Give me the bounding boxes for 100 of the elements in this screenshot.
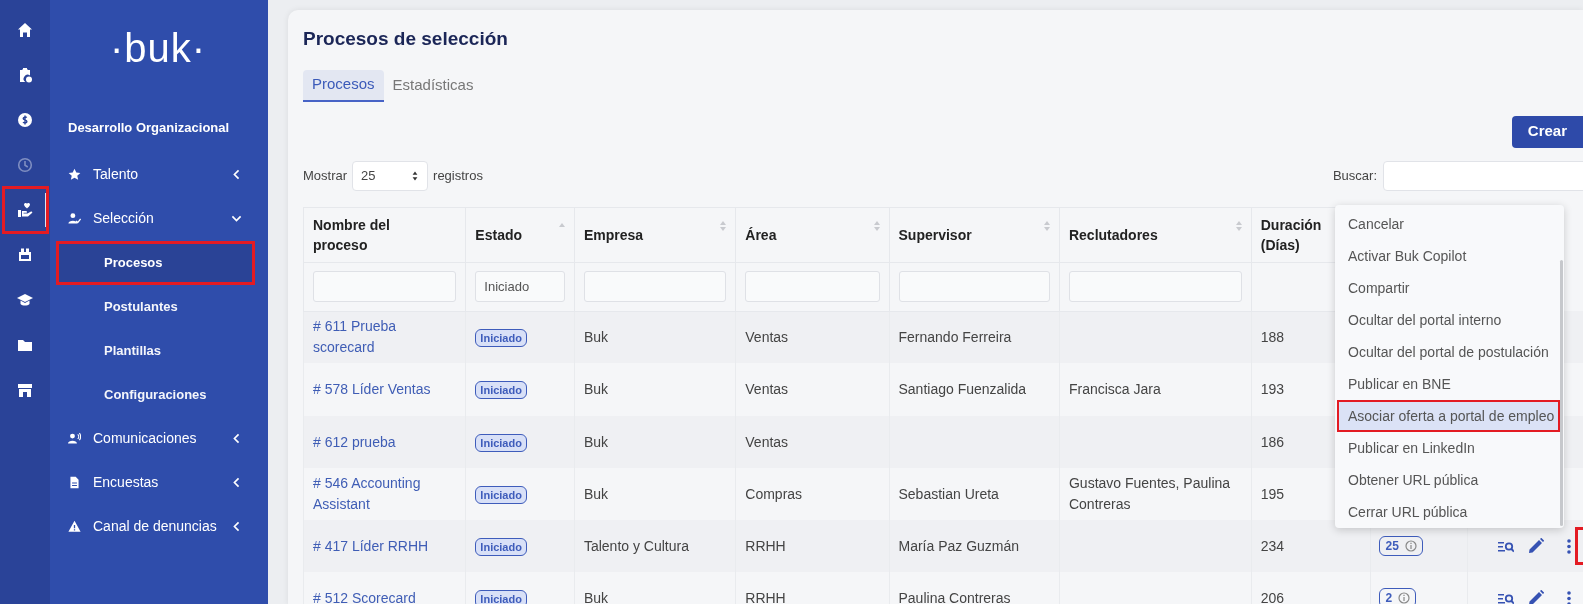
table-cell: Sebastian Ureta xyxy=(898,485,999,502)
table-cell: Buk xyxy=(583,485,609,502)
filter-field[interactable] xyxy=(898,271,1050,302)
nav-item[interactable]: Talento xyxy=(50,152,268,197)
nav-item[interactable]: Canal de denuncias xyxy=(50,504,268,549)
records-label: registros xyxy=(433,166,483,185)
menu-item[interactable]: Compartir xyxy=(1335,272,1558,304)
process-link[interactable]: # 512 Scorecard xyxy=(313,587,457,604)
menu-item[interactable]: Cancelar xyxy=(1335,208,1558,240)
table-cell: Buk xyxy=(583,589,609,604)
process-link[interactable]: # 611 Prueba scorecard xyxy=(313,316,457,359)
page-title: Procesos de selección xyxy=(303,27,509,51)
show-label: Mostrar xyxy=(303,166,348,185)
table-cell: Compras xyxy=(745,485,803,502)
info-icon xyxy=(1404,540,1417,552)
menu-item[interactable]: Cerrar URL pública xyxy=(1335,496,1558,528)
clipboard-clock-icon xyxy=(17,67,33,83)
table-cell: 186 xyxy=(1260,433,1285,450)
view-button[interactable] xyxy=(1497,539,1514,553)
process-link[interactable]: # 546 Accounting Assistant xyxy=(313,473,457,515)
chevron-down-icon xyxy=(231,213,242,224)
table-cell: 188 xyxy=(1260,328,1285,345)
count-badge[interactable]: 25 xyxy=(1379,536,1423,556)
status-badge: Iniciado xyxy=(475,589,527,604)
tab[interactable]: Estadísticas xyxy=(383,69,483,102)
section-title: Desarrollo Organizacional xyxy=(68,119,231,137)
nav-subitem[interactable]: Configuraciones xyxy=(56,372,255,417)
nav-subitem[interactable]: Procesos xyxy=(56,240,255,285)
menu-item[interactable]: Publicar en LinkedIn xyxy=(1335,432,1558,464)
warning-icon xyxy=(68,520,81,533)
page-size-select[interactable]: 25 xyxy=(352,160,429,191)
nav-item[interactable]: Encuestas xyxy=(50,460,268,505)
chevron-left-icon xyxy=(231,433,242,444)
pencil-icon xyxy=(1527,590,1544,604)
dollar-coin-icon xyxy=(17,112,33,128)
list-search-icon xyxy=(1497,539,1514,553)
filter-field[interactable] xyxy=(583,271,727,302)
view-button[interactable] xyxy=(1497,591,1514,604)
status-badge: Iniciado xyxy=(475,433,527,452)
search-field[interactable] xyxy=(1383,160,1583,191)
count-badge[interactable]: 2 xyxy=(1379,588,1417,604)
chevron-left-icon xyxy=(231,169,242,180)
filter-field[interactable] xyxy=(1068,271,1242,302)
search-label: Buscar: xyxy=(1332,166,1377,185)
table-cell: RRHH xyxy=(745,537,786,554)
document-icon xyxy=(68,476,81,489)
table-cell: Francisca Jara xyxy=(1068,381,1161,397)
nav-subitem[interactable]: Postulantes xyxy=(56,284,255,329)
person-check-icon xyxy=(68,212,81,225)
info-icon xyxy=(1398,592,1411,604)
sort-arrows-icon xyxy=(872,219,881,232)
more-vertical-icon xyxy=(1566,590,1571,604)
sort-arrows-icon xyxy=(1042,219,1051,232)
table-cell: Santiago Fuenzalida xyxy=(898,381,1027,397)
sort-arrows-icon xyxy=(1234,219,1243,232)
nav-subitem[interactable]: Plantillas xyxy=(56,328,255,373)
star-icon xyxy=(68,168,81,181)
table-cell: Ventas xyxy=(745,328,789,345)
filter-field[interactable]: Iniciado xyxy=(475,271,565,302)
chevron-left-icon xyxy=(231,521,242,532)
table-cell: 195 xyxy=(1260,485,1285,502)
menu-item[interactable]: Publicar en BNE xyxy=(1335,368,1558,400)
table-cell: Ventas xyxy=(745,381,789,397)
menu-item[interactable]: Obtener URL pública xyxy=(1335,464,1558,496)
person-speaking-icon xyxy=(68,432,81,445)
nav-item[interactable]: Comunicaciones xyxy=(50,416,268,461)
menu-item[interactable]: Asociar oferta a portal de empleo xyxy=(1337,400,1558,432)
table-cell: 234 xyxy=(1260,537,1285,554)
list-search-icon xyxy=(1497,591,1514,604)
table-cell: 193 xyxy=(1260,381,1285,397)
process-link[interactable]: # 417 Líder RRHH xyxy=(313,535,457,557)
filter-field[interactable] xyxy=(313,271,457,302)
edit-button[interactable] xyxy=(1527,590,1544,604)
menu-item[interactable]: Ocultar del portal de postulación xyxy=(1335,336,1558,368)
filter-field[interactable] xyxy=(745,271,880,302)
status-badge: Iniciado xyxy=(475,537,527,556)
more-vertical-icon xyxy=(1566,538,1571,554)
buk-logo: ·buk· xyxy=(109,28,207,68)
table-cell: Buk xyxy=(583,328,609,345)
sort-arrows-icon xyxy=(719,219,728,232)
hand-heart-icon xyxy=(17,202,33,218)
nav-item[interactable]: Selección xyxy=(50,196,268,241)
tab[interactable]: Procesos xyxy=(303,69,384,102)
column-header[interactable]: Reclutadores xyxy=(1068,224,1159,245)
create-button[interactable]: Crear xyxy=(1511,115,1583,148)
chevron-left-icon xyxy=(231,477,242,488)
status-badge: Iniciado xyxy=(475,328,527,347)
home-icon xyxy=(17,22,33,38)
menu-item[interactable]: Activar Buk Copilot xyxy=(1335,240,1558,272)
table-cell: Buk xyxy=(583,433,609,450)
table-cell: Ventas xyxy=(745,433,789,450)
sort-arrows-icon xyxy=(411,169,420,182)
pencil-icon xyxy=(1527,538,1544,554)
menu-item[interactable]: Ocultar del portal interno xyxy=(1335,304,1558,336)
table-cell: RRHH xyxy=(745,589,786,604)
sort-up-icon xyxy=(557,221,566,228)
edit-button[interactable] xyxy=(1527,538,1544,554)
process-link[interactable]: # 578 Líder Ventas xyxy=(313,379,457,400)
table-cell: Fernando Ferreira xyxy=(898,328,1012,345)
process-link[interactable]: # 612 prueba xyxy=(313,431,457,453)
